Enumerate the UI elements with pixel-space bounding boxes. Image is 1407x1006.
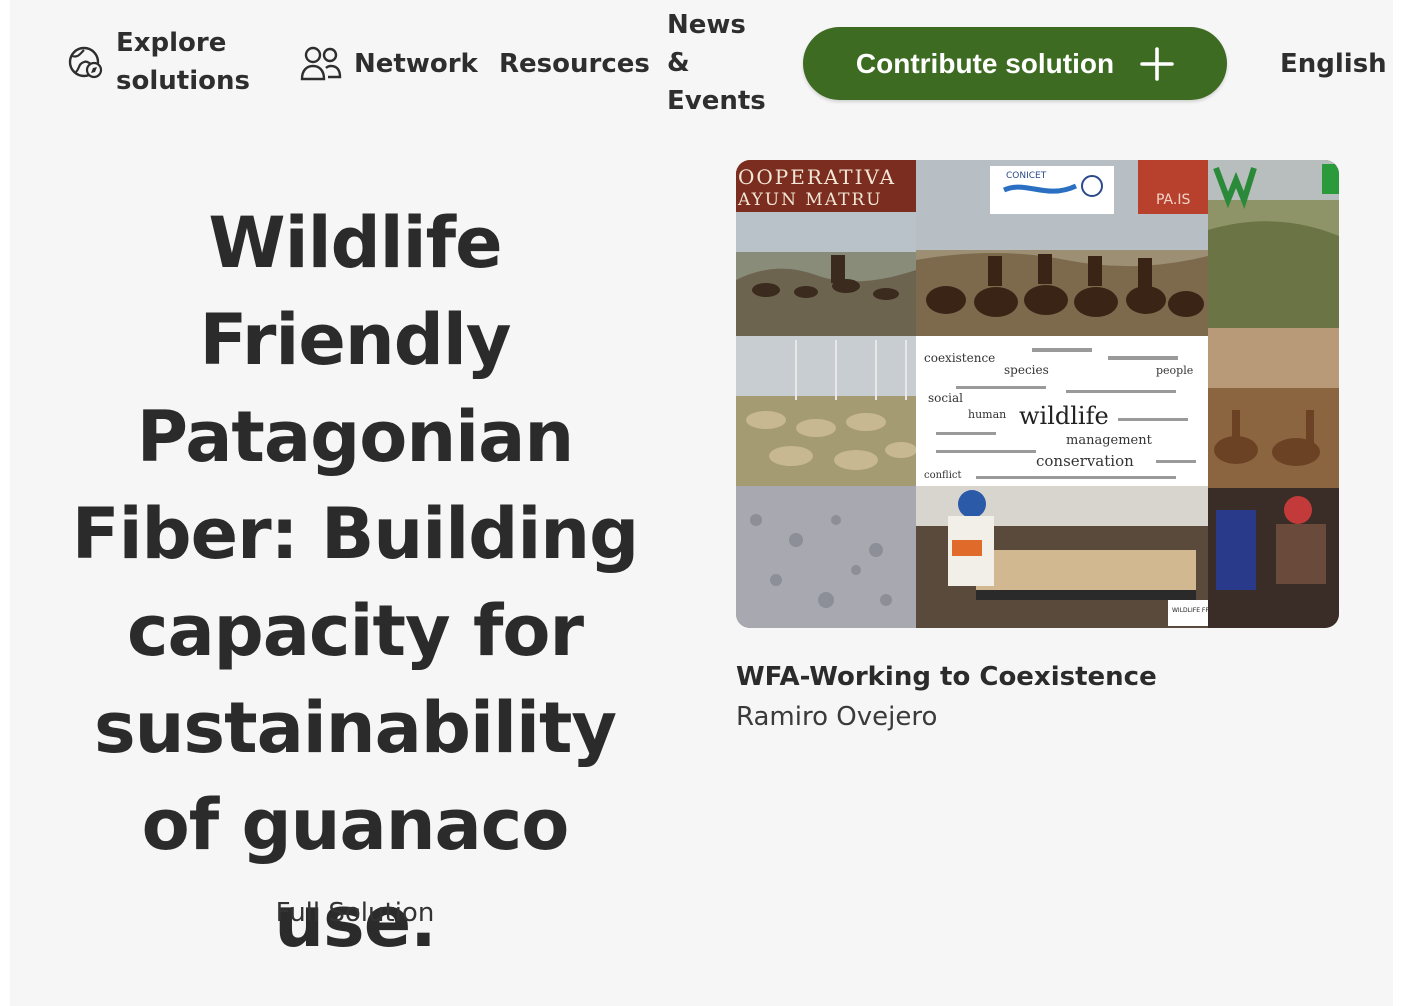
banner-text: AYUN MATRU: [737, 190, 883, 210]
word-cloud-text: conservation: [1036, 452, 1134, 470]
word-cloud-text: people: [1156, 364, 1193, 377]
image-caption-title: WFA-Working to Coexistence: [736, 662, 1157, 692]
nav-news-line: &: [667, 48, 690, 78]
word-cloud-text: human: [968, 408, 1006, 421]
nav-explore-solutions[interactable]: Explore solutions: [66, 24, 266, 100]
language-selector[interactable]: English: [1280, 44, 1387, 84]
pais-text: PA.IS: [1156, 192, 1190, 208]
collage-image: OOPERATIVA AYUN MATRU CONICET PA.IS coex…: [736, 160, 1339, 628]
page-title: Wildlife Friendly Patagonian Fiber: Buil…: [71, 202, 640, 963]
word-cloud-text: social: [928, 391, 963, 405]
solution-image[interactable]: OOPERATIVA AYUN MATRU CONICET PA.IS coex…: [736, 160, 1339, 628]
word-cloud-text: coexistence: [924, 351, 995, 365]
logo-text: CONICET: [1006, 171, 1047, 181]
nav-network[interactable]: Network: [300, 44, 478, 84]
solution-type-label: Full Solution: [275, 898, 435, 928]
page: Explore solutions Network Resources News…: [10, 0, 1393, 1006]
people-icon: [300, 46, 342, 81]
nav-news-events[interactable]: News & Events: [667, 6, 767, 120]
plus-icon: [1140, 46, 1174, 81]
nav-explore-label: Explore solutions: [116, 28, 250, 96]
image-caption-author: Ramiro Ovejero: [736, 702, 938, 732]
globe-compass-icon: [68, 46, 103, 79]
word-cloud-text: wildlife: [1019, 402, 1109, 430]
contribute-label: Contribute solution: [855, 47, 1115, 79]
nav-network-label: Network: [354, 49, 478, 79]
nav-news-line: News: [667, 10, 746, 40]
banner-text: OOPERATIVA: [738, 165, 896, 189]
nav-resources[interactable]: Resources: [499, 44, 650, 84]
contribute-solution-button[interactable]: Contribute solution: [803, 27, 1227, 100]
top-navigation: Explore solutions Network Resources News…: [10, 0, 1393, 130]
word-cloud-text: species: [1004, 363, 1049, 377]
word-cloud-text: management: [1066, 433, 1153, 448]
nav-news-line: Events: [667, 86, 766, 116]
word-cloud-text: conflict: [924, 470, 962, 481]
